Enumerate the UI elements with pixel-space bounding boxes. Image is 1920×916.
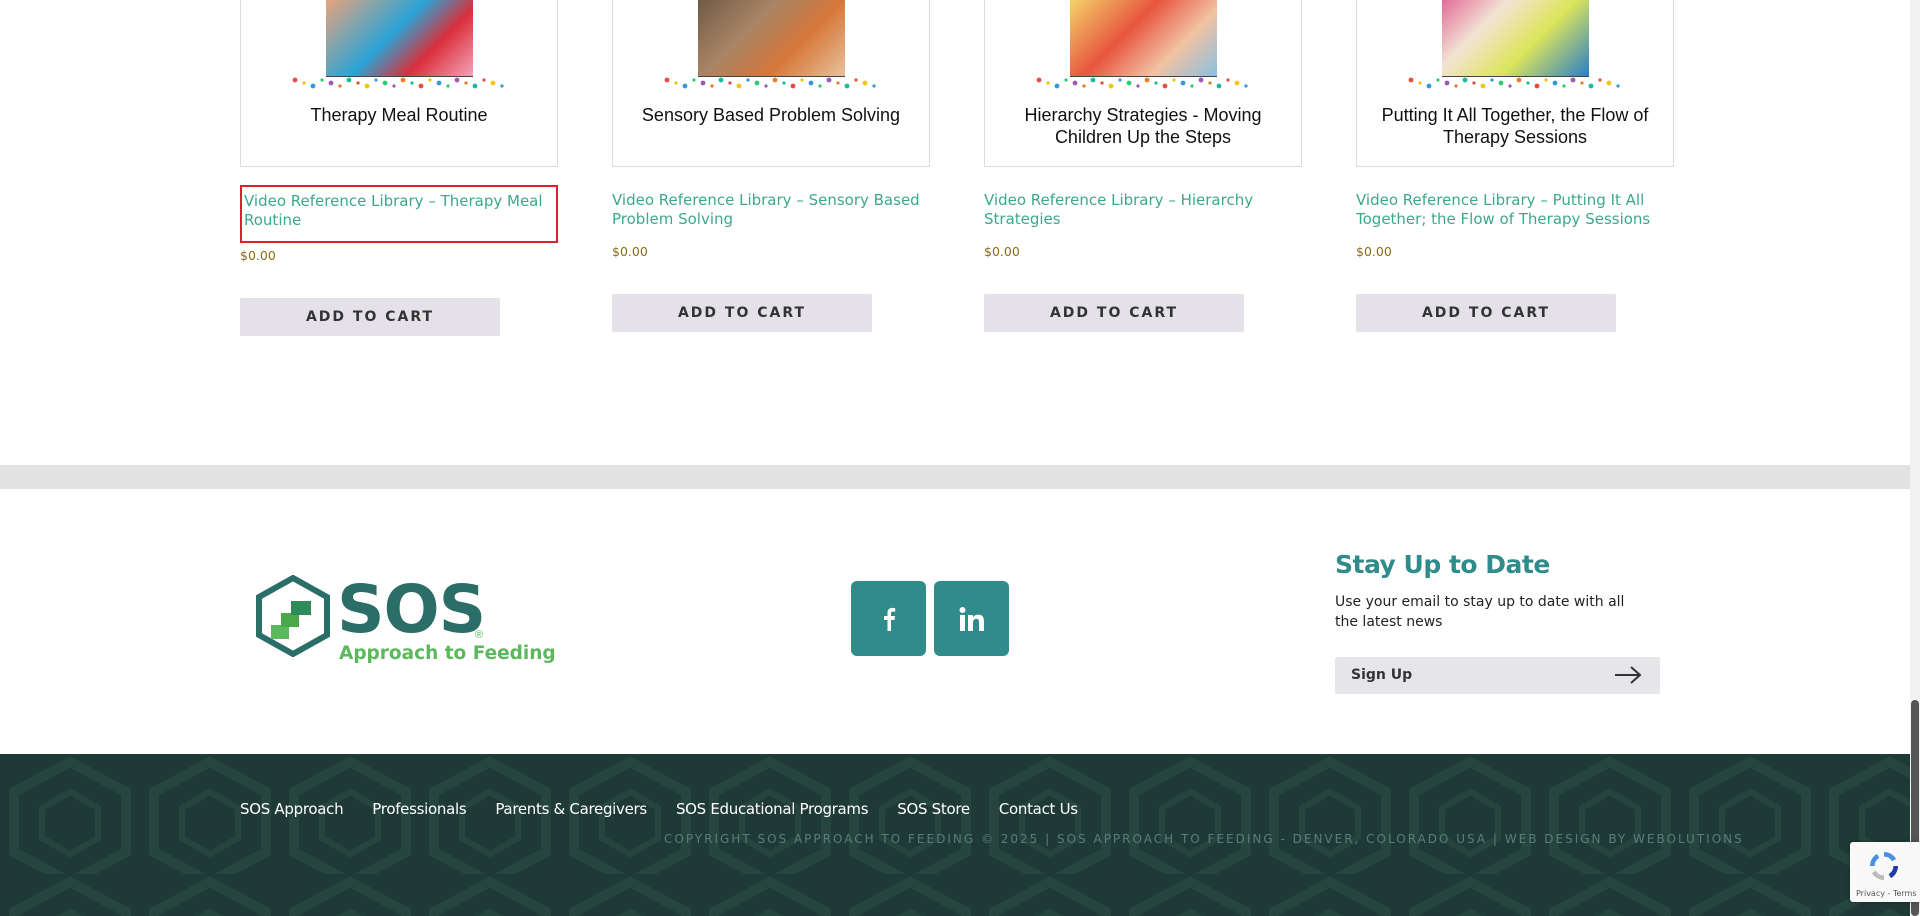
arrow-right-icon (1615, 666, 1642, 684)
product-link[interactable]: Video Reference Library – Sensory Based … (612, 191, 930, 229)
sos-hexagon-logo-icon (256, 575, 330, 657)
product-card-title: Hierarchy Strategies - Moving Children U… (1024, 105, 1262, 147)
footer-nav-contact-us[interactable]: Contact Us (999, 800, 1078, 818)
add-to-cart-button[interactable]: ADD TO CART (612, 294, 872, 332)
linkedin-button[interactable] (934, 581, 1009, 656)
confetti-dots-decoration (1036, 77, 1248, 89)
product-card[interactable]: Putting It All Together, the Flow of The… (1356, 0, 1674, 167)
confetti-dots-decoration (292, 77, 504, 89)
product-card[interactable]: Therapy Meal Routine (240, 0, 558, 167)
add-to-cart-button[interactable]: ADD TO CART (240, 298, 500, 336)
add-to-cart-button[interactable]: ADD TO CART (1356, 294, 1616, 332)
recaptcha-badge[interactable]: Privacy - Terms (1850, 842, 1920, 902)
product-thumbnail[interactable] (1442, 0, 1589, 77)
product-item: Hierarchy Strategies - Moving Children U… (984, 0, 1302, 332)
page-scrollbar[interactable] (1910, 0, 1920, 916)
recaptcha-links[interactable]: Privacy - Terms (1856, 889, 1917, 898)
copyright-text: COPYRIGHT SOS APPROACH TO FEEDING © 2025… (664, 832, 1744, 846)
product-thumbnail[interactable] (698, 0, 845, 77)
footer-bottom: SOS Approach Professionals Parents & Car… (0, 754, 1920, 916)
product-card-title: Putting It All Together, the Flow of The… (1381, 105, 1649, 147)
newsletter-heading: Stay Up to Date (1335, 550, 1550, 579)
signup-label: Sign Up (1351, 667, 1413, 683)
logo-registered-mark: ® (475, 629, 484, 641)
product-thumbnail[interactable] (1070, 0, 1217, 77)
product-item: Therapy Meal Routine Video Reference Lib… (240, 0, 558, 336)
product-price: $0.00 (984, 244, 1020, 259)
product-card-title: Therapy Meal Routine (310, 105, 488, 125)
product-price: $0.00 (240, 248, 276, 263)
product-price: $0.00 (612, 244, 648, 259)
confetti-dots-decoration (1408, 77, 1620, 89)
product-item: Putting It All Together, the Flow of The… (1356, 0, 1674, 332)
footer-nav: SOS Approach Professionals Parents & Car… (240, 800, 1107, 818)
product-link[interactable]: Video Reference Library – Hierarchy Stra… (984, 191, 1302, 229)
product-card[interactable]: Sensory Based Problem Solving (612, 0, 930, 167)
product-link[interactable]: Video Reference Library – Putting It All… (1356, 191, 1674, 229)
signup-button[interactable]: Sign Up (1335, 657, 1660, 694)
facebook-button[interactable] (851, 581, 926, 656)
footer-nav-sos-approach[interactable]: SOS Approach (240, 800, 344, 818)
facebook-icon (883, 607, 895, 631)
footer-nav-parents-caregivers[interactable]: Parents & Caregivers (495, 800, 647, 818)
section-divider (0, 465, 1920, 489)
confetti-dots-decoration (664, 77, 876, 89)
footer-nav-professionals[interactable]: Professionals (372, 800, 466, 818)
add-to-cart-button[interactable]: ADD TO CART (984, 294, 1244, 332)
recaptcha-icon (1870, 852, 1898, 880)
product-item: Sensory Based Problem Solving Video Refe… (612, 0, 930, 332)
logo-wordmark: SOS (337, 571, 486, 648)
product-link[interactable]: Video Reference Library – Therapy Meal R… (240, 185, 558, 243)
newsletter-description: Use your email to stay up to date with a… (1335, 594, 1625, 630)
product-thumbnail[interactable] (326, 0, 473, 77)
footer-nav-educational-programs[interactable]: SOS Educational Programs (676, 800, 869, 818)
linkedin-icon (959, 606, 984, 631)
product-card[interactable]: Hierarchy Strategies - Moving Children U… (984, 0, 1302, 167)
product-grid: Therapy Meal Routine Video Reference Lib… (0, 0, 1920, 465)
logo-tagline: Approach to Feeding (339, 643, 556, 664)
footer-nav-sos-store[interactable]: SOS Store (897, 800, 970, 818)
product-price: $0.00 (1356, 244, 1392, 259)
sos-logo[interactable]: SOS ® Approach to Feeding (255, 571, 556, 673)
product-card-title: Sensory Based Problem Solving (641, 105, 901, 125)
